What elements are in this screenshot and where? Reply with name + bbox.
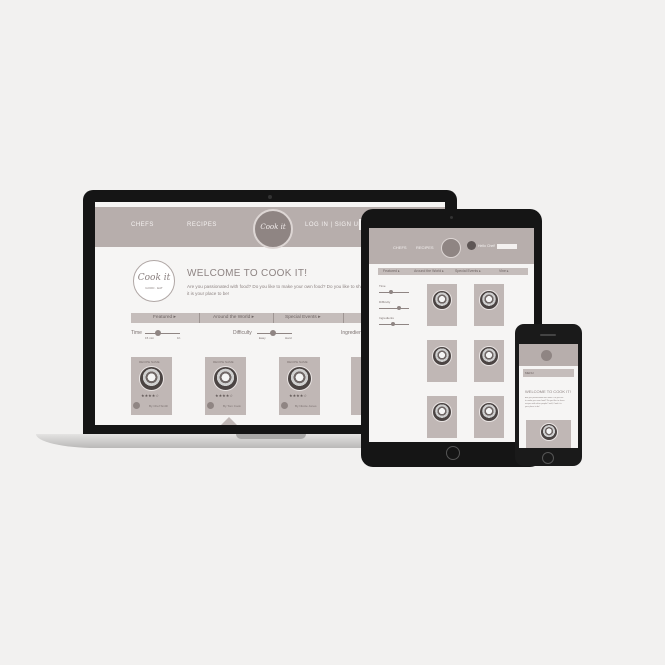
phone-home-button[interactable] <box>542 452 554 464</box>
hero-logo-text: Cook it <box>137 273 171 283</box>
tablet-tab-vine[interactable]: Vine ▸ <box>499 269 509 273</box>
laptop-notch <box>236 434 306 439</box>
tablet-recipe-card[interactable] <box>427 396 457 438</box>
tablet-ingredients-handle[interactable] <box>391 322 395 326</box>
recipe-photo <box>432 346 452 366</box>
recipe-card-title: RECIPE NAME <box>139 360 160 364</box>
camera-icon <box>268 195 272 199</box>
recipe-photo <box>479 346 499 366</box>
chef-avatar <box>281 402 288 409</box>
rating-stars: ★★★★☆ <box>141 393 159 398</box>
tab-special-events[interactable]: Special Events ▸ <box>285 315 320 320</box>
time-min-label: 15 min <box>145 336 155 340</box>
phone-screen: MENU WELCOME TO COOK IT! Are you passion… <box>519 344 578 448</box>
tab-around-world[interactable]: Around the World ▸ <box>213 315 254 320</box>
time-slider-handle[interactable] <box>155 330 161 336</box>
tablet-filter-ingredients: Ingredients <box>379 316 394 320</box>
time-max-label: 1h <box>177 336 181 340</box>
hero-logo-sub: GOOD · EAT <box>145 286 163 290</box>
recipe-photo <box>139 366 164 391</box>
recipe-photo <box>213 366 238 391</box>
phone-recipe-card[interactable] <box>526 420 571 448</box>
recipe-photo <box>432 290 452 310</box>
logo[interactable]: Cook it <box>253 209 293 249</box>
tab-divider <box>273 313 274 323</box>
diff-max-label: Hard <box>285 336 292 340</box>
diff-min-label: Easy <box>259 336 266 340</box>
tablet-filter-difficulty: Difficulty <box>379 300 391 304</box>
phone-menu-label[interactable]: MENU <box>525 371 534 375</box>
recipe-card-title: RECIPE NAME <box>213 360 234 364</box>
time-slider-track[interactable] <box>145 333 180 334</box>
tablet-filter-time: Time <box>379 284 386 288</box>
recipe-author[interactable]: By Nicole Jones <box>295 404 317 408</box>
recipe-card[interactable]: RECIPE NAME ★★★★☆ By Chef Smith <box>131 357 172 415</box>
recipe-photo <box>479 402 499 422</box>
phone-welcome-body: Are you passionated with food? Do you li… <box>525 397 565 408</box>
recipe-author[interactable]: By Tom Cook <box>223 404 241 408</box>
tablet-tab-featured[interactable]: Featured ▸ <box>383 269 400 273</box>
tablet-recipe-card[interactable] <box>427 284 457 326</box>
tab-divider <box>199 313 200 323</box>
tablet-screen: CHEFS RECIPES Hello Chef! Featured ▸ Aro… <box>369 228 534 442</box>
recipe-photo <box>432 402 452 422</box>
recipe-card[interactable]: RECIPE NAME ★★★★☆ By Tom Cook <box>205 357 246 415</box>
tablet-search-box[interactable] <box>497 244 517 249</box>
phone-welcome-title: WELCOME TO COOK IT! <box>525 389 571 394</box>
recipe-photo <box>479 290 499 310</box>
difficulty-slider-handle[interactable] <box>270 330 276 336</box>
tablet-recipe-card[interactable] <box>474 340 504 382</box>
recipe-author[interactable]: By Chef Smith <box>149 404 168 408</box>
phone-logo[interactable] <box>541 350 552 361</box>
tablet-tab-around[interactable]: Around the World ▸ <box>414 269 444 273</box>
tablet-nav-recipes[interactable]: RECIPES <box>416 245 434 250</box>
logo-text: Cook it <box>260 223 286 231</box>
rating-stars: ★★★★☆ <box>215 393 233 398</box>
rating-stars: ★★★★☆ <box>289 393 307 398</box>
tablet-nav-chefs[interactable]: CHEFS <box>393 245 407 250</box>
tablet-difficulty-slider[interactable] <box>379 308 409 309</box>
user-avatar[interactable] <box>467 241 476 250</box>
nav-recipes-link[interactable]: RECIPES <box>187 222 217 228</box>
phone-speaker <box>540 334 556 336</box>
filter-time-label: Time <box>131 330 142 336</box>
user-greeting: Hello Chef! <box>478 244 496 248</box>
tablet-recipe-card[interactable] <box>427 340 457 382</box>
recipe-photo <box>540 423 558 441</box>
recipe-card[interactable]: RECIPE NAME ★★★★☆ By Nicole Jones <box>279 357 320 415</box>
tablet-tab-events[interactable]: Special Events ▸ <box>455 269 481 273</box>
nav-chefs-link[interactable]: CHEFS <box>131 222 154 228</box>
chef-avatar <box>133 402 140 409</box>
tab-divider <box>343 313 344 323</box>
tablet-camera-icon <box>450 216 453 219</box>
hero-logo: Cook it GOOD · EAT <box>133 260 175 302</box>
filter-difficulty-label: Difficulty <box>233 330 252 336</box>
recipe-card-title: RECIPE NAME <box>287 360 308 364</box>
tablet-home-button[interactable] <box>446 446 460 460</box>
tablet-recipe-card[interactable] <box>474 284 504 326</box>
tablet-time-slider[interactable] <box>379 292 409 293</box>
chef-avatar <box>207 402 214 409</box>
tab-featured[interactable]: Featured ▸ <box>153 315 176 320</box>
tablet-time-handle[interactable] <box>389 290 393 294</box>
selected-card-pointer <box>221 417 237 425</box>
tablet-recipe-card[interactable] <box>474 396 504 438</box>
recipe-photo <box>287 366 312 391</box>
welcome-title: WELCOME TO COOK IT! <box>187 268 308 279</box>
nav-login-link[interactable]: LOG IN | SIGN UP <box>305 222 363 228</box>
tablet-logo[interactable] <box>441 238 461 258</box>
tablet-difficulty-handle[interactable] <box>397 306 401 310</box>
